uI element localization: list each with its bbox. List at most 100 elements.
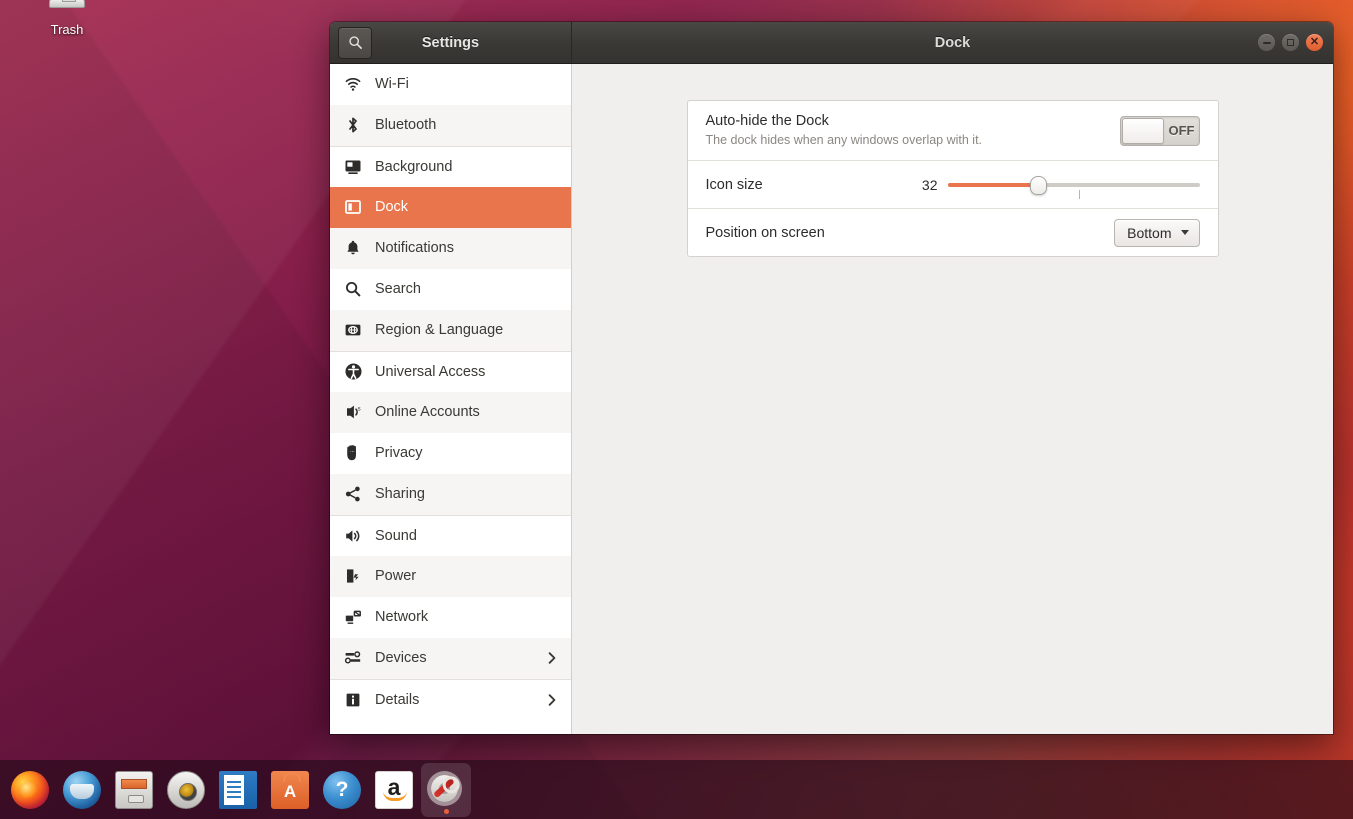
accessibility-icon <box>343 362 363 382</box>
toggle-state-label: OFF <box>1165 117 1199 145</box>
files-icon <box>115 771 153 809</box>
sidebar-item-wi-fi[interactable]: Wi-Fi <box>330 64 571 105</box>
amazon-icon <box>375 771 413 809</box>
icon-size-row: Icon size 32 <box>688 160 1218 208</box>
autohide-description: The dock hides when any windows overlap … <box>706 132 1120 149</box>
sidebar-item-search[interactable]: Search <box>330 269 571 310</box>
firefox-icon <box>11 771 49 809</box>
dock-settings-content: Auto-hide the Dock The dock hides when a… <box>572 64 1333 734</box>
background-icon <box>343 157 363 177</box>
titlebar-content-section: Dock ✕ <box>572 22 1333 63</box>
svg-text:s: s <box>358 406 361 412</box>
dock-item-settings[interactable] <box>421 763 471 817</box>
dock-item-files[interactable] <box>109 763 159 817</box>
icon-size-control[interactable]: 32 <box>918 173 1200 197</box>
search-button[interactable] <box>338 27 372 59</box>
settings-icon <box>427 771 465 809</box>
icon-size-slider[interactable] <box>948 173 1200 197</box>
slider-fill <box>948 183 1039 187</box>
sidebar-item-devices[interactable]: Devices <box>330 638 571 679</box>
icon-size-value: 32 <box>918 177 938 193</box>
search-icon <box>343 279 363 299</box>
minimize-button[interactable] <box>1258 34 1275 51</box>
desktop-icon-trash[interactable]: Trash <box>24 0 110 38</box>
dock-item-firefox[interactable] <box>5 763 55 817</box>
sidebar-item-network[interactable]: Network <box>330 597 571 638</box>
sidebar-item-label: Background <box>375 159 452 175</box>
libreoffice-writer-icon <box>219 771 257 809</box>
trash-icon <box>46 0 88 20</box>
slider-thumb[interactable] <box>1030 176 1047 195</box>
sidebar-item-sound[interactable]: Sound <box>330 515 571 556</box>
sidebar-item-label: Details <box>375 692 419 708</box>
sidebar-item-dock[interactable]: Dock <box>330 187 571 228</box>
sidebar-item-label: Power <box>375 568 416 584</box>
devices-icon <box>343 648 363 668</box>
position-dropdown[interactable]: Bottom <box>1114 219 1199 247</box>
sidebar-item-sharing[interactable]: Sharing <box>330 474 571 515</box>
running-indicator-dot <box>444 809 449 814</box>
bluetooth-icon <box>343 115 363 135</box>
close-icon: ✕ <box>1310 37 1319 48</box>
position-row: Position on screen Bottom <box>688 208 1218 256</box>
dock-item-libreoffice-writer[interactable] <box>213 763 263 817</box>
sidebar-item-online-accounts[interactable]: s Online Accounts <box>330 392 571 433</box>
position-selected-value: Bottom <box>1127 225 1171 241</box>
power-icon <box>343 566 363 586</box>
sidebar-item-label: Wi-Fi <box>375 76 409 92</box>
close-button[interactable]: ✕ <box>1306 34 1323 51</box>
autohide-labels: Auto-hide the Dock The dock hides when a… <box>706 103 1120 158</box>
sidebar-item-label: Bluetooth <box>375 117 436 133</box>
online-accounts-icon: s <box>343 402 363 422</box>
maximize-button[interactable] <box>1282 34 1299 51</box>
info-icon <box>343 690 363 710</box>
sidebar-item-label: Search <box>375 281 421 297</box>
share-icon <box>343 484 363 504</box>
wifi-icon <box>343 74 363 94</box>
dock-item-rhythmbox[interactable] <box>161 763 211 817</box>
sidebar-item-privacy[interactable]: Privacy <box>330 433 571 474</box>
sidebar-item-power[interactable]: Power <box>330 556 571 597</box>
window-body: Wi-Fi Bluetooth Background <box>330 64 1333 734</box>
sidebar-item-universal-access[interactable]: Universal Access <box>330 351 571 392</box>
maximize-icon <box>1287 39 1294 46</box>
hand-icon <box>343 443 363 463</box>
settings-sidebar[interactable]: Wi-Fi Bluetooth Background <box>330 64 572 734</box>
window-titlebar[interactable]: Settings Dock ✕ <box>330 22 1333 64</box>
sidebar-item-notifications[interactable]: Notifications <box>330 228 571 269</box>
toggle-knob <box>1122 118 1164 144</box>
icon-size-labels: Icon size <box>706 167 918 203</box>
sidebar-item-bluetooth[interactable]: Bluetooth <box>330 105 571 146</box>
dock-item-thunderbird[interactable] <box>57 763 107 817</box>
trash-label: Trash <box>24 22 110 38</box>
sidebar-item-background[interactable]: Background <box>330 146 571 187</box>
sidebar-item-label: Notifications <box>375 240 454 256</box>
sidebar-item-region-language[interactable]: Region & Language <box>330 310 571 351</box>
page-title: Dock <box>572 35 1333 51</box>
chevron-down-icon <box>1181 230 1189 235</box>
autohide-row: Auto-hide the Dock The dock hides when a… <box>688 101 1218 160</box>
sidebar-item-label: Privacy <box>375 445 423 461</box>
network-icon <box>343 607 363 627</box>
sidebar-item-details[interactable]: Details <box>330 679 571 720</box>
dock-settings-card: Auto-hide the Dock The dock hides when a… <box>687 100 1219 257</box>
thunderbird-icon <box>63 771 101 809</box>
ubuntu-dock[interactable] <box>0 760 1353 819</box>
position-label: Position on screen <box>706 225 825 241</box>
sidebar-item-label: Online Accounts <box>375 404 480 420</box>
autohide-toggle[interactable]: OFF <box>1120 116 1200 146</box>
dock-item-ubuntu-software[interactable] <box>265 763 315 817</box>
sidebar-item-label: Universal Access <box>375 364 485 380</box>
settings-window[interactable]: Settings Dock ✕ Wi-Fi <box>330 22 1333 734</box>
desktop[interactable]: Trash Settings Dock ✕ <box>0 0 1353 819</box>
sidebar-item-label: Devices <box>375 650 427 666</box>
bell-icon <box>343 238 363 258</box>
window-controls: ✕ <box>1258 22 1323 63</box>
speaker-icon <box>343 526 363 546</box>
dock-item-help[interactable] <box>317 763 367 817</box>
sidebar-item-label: Network <box>375 609 428 625</box>
dock-item-amazon[interactable] <box>369 763 419 817</box>
autohide-title: Auto-hide the Dock <box>706 112 1120 131</box>
sidebar-item-label: Sharing <box>375 486 425 502</box>
ubuntu-software-icon <box>271 771 309 809</box>
